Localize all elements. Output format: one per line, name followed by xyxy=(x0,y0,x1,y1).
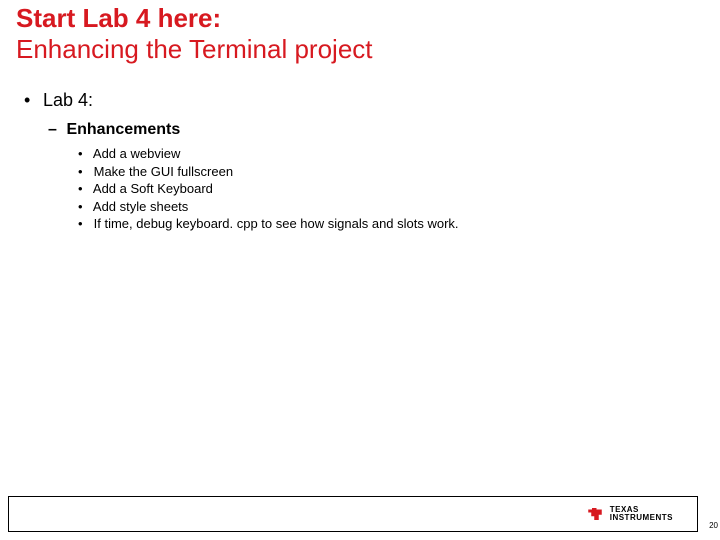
item-text: Add style sheets xyxy=(93,199,188,214)
bullet-dot-icon: • xyxy=(78,198,90,216)
list-level-3-group: • Add a webview • Make the GUI fullscree… xyxy=(78,145,684,233)
list-level-2: – Enhancements xyxy=(48,121,684,139)
title-line-2: Enhancing the Terminal project xyxy=(16,35,373,64)
ti-logo: TEXAS INSTRUMENTS xyxy=(586,505,673,523)
item-text: Add a Soft Keyboard xyxy=(93,181,213,196)
bullet-dot-icon: • xyxy=(78,163,90,181)
title-block: Start Lab 4 here: Enhancing the Terminal… xyxy=(16,4,373,63)
lvl1-label: Lab 4: xyxy=(43,90,93,110)
body-content: • Lab 4: – Enhancements • Add a webview … xyxy=(24,90,684,233)
page-number: 20 xyxy=(709,521,718,530)
list-item: • Add a webview xyxy=(78,145,684,163)
item-text: Add a webview xyxy=(93,146,180,161)
bullet-dot-icon: • xyxy=(24,90,38,111)
ti-logo-text: TEXAS INSTRUMENTS xyxy=(610,506,673,522)
list-item: • If time, debug keyboard. cpp to see ho… xyxy=(78,215,684,233)
list-level-1: • Lab 4: xyxy=(24,90,684,111)
ti-logo-text-line-2: INSTRUMENTS xyxy=(610,514,673,522)
item-text: If time, debug keyboard. cpp to see how … xyxy=(94,216,459,231)
bullet-dot-icon: • xyxy=(78,215,90,233)
dash-icon: – xyxy=(48,121,62,139)
lvl2-label: Enhancements xyxy=(66,121,180,138)
list-item: • Make the GUI fullscreen xyxy=(78,163,684,181)
title-line-1: Start Lab 4 here: xyxy=(16,4,373,33)
ti-logo-icon xyxy=(586,505,604,523)
list-item: • Add style sheets xyxy=(78,198,684,216)
footer-bar: TEXAS INSTRUMENTS xyxy=(8,496,698,532)
item-text: Make the GUI fullscreen xyxy=(94,164,233,179)
list-item: • Add a Soft Keyboard xyxy=(78,180,684,198)
bullet-dot-icon: • xyxy=(78,145,90,163)
slide: Start Lab 4 here: Enhancing the Terminal… xyxy=(0,0,720,540)
bullet-dot-icon: • xyxy=(78,180,90,198)
